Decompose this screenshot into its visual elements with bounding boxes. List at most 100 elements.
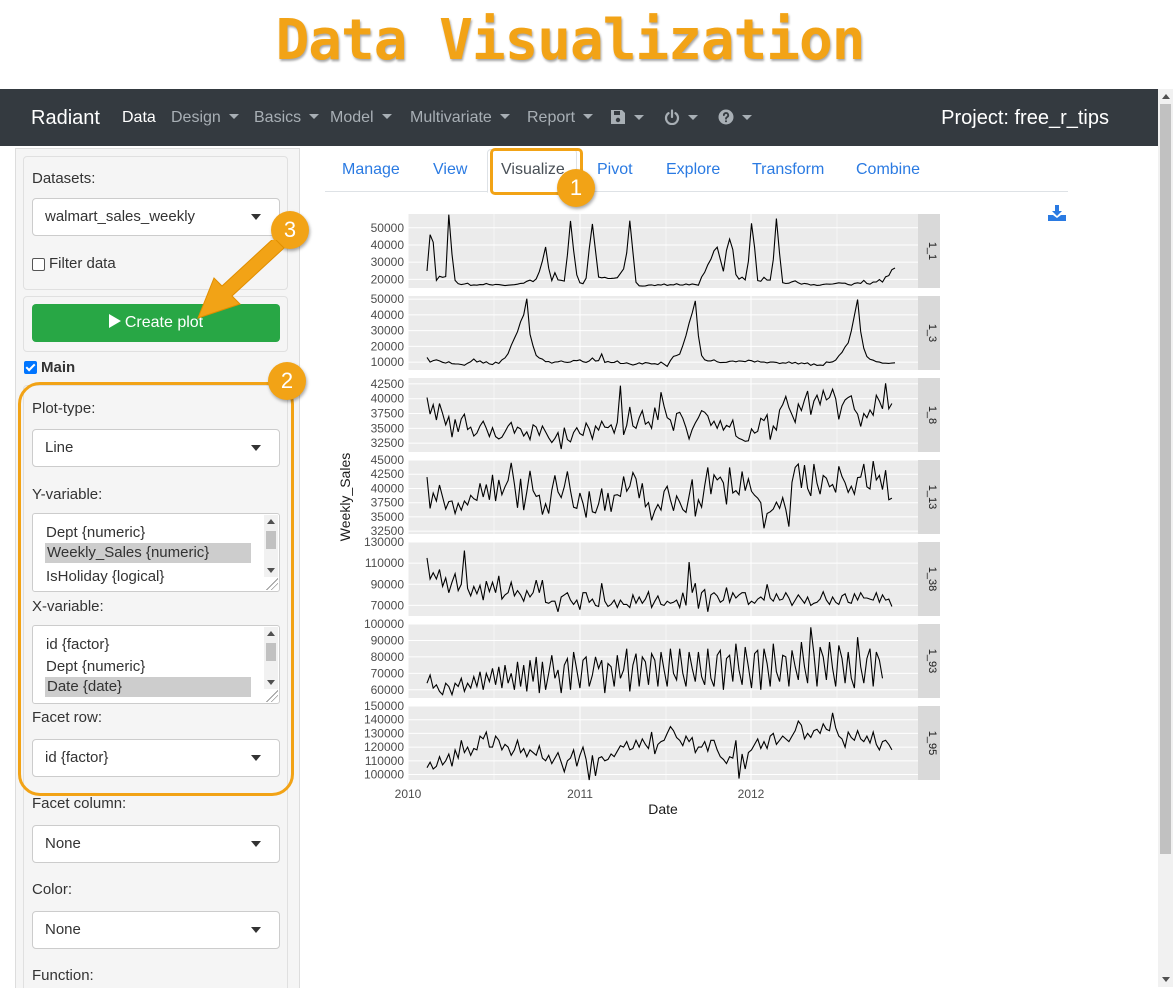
y-tick-label: 130000 [364,726,404,740]
facet-panel [408,214,918,288]
tab-manage[interactable]: Manage [342,161,400,179]
facet-label: 1_38 [926,567,938,591]
y-tick-label: 37500 [371,496,405,510]
nav-save[interactable] [610,109,644,128]
nav-design[interactable]: Design [171,109,239,127]
filter-data-checkbox[interactable] [32,258,45,271]
y-tick-label: 50000 [371,221,405,235]
nav-basics[interactable]: Basics [254,109,320,127]
save-icon [611,110,625,124]
nav-multivariate[interactable]: Multivariate [410,109,510,127]
chevron-down-icon [742,115,752,120]
y-tick-label: 50000 [371,292,405,306]
chevron-down-icon [251,927,261,933]
nav-report[interactable]: Report [527,109,594,127]
facet-panel [408,296,918,370]
y-tick-label: 100000 [364,617,404,631]
y-tick-label: 60000 [371,683,405,697]
question-icon [718,109,734,125]
project-name: Project: free_r_tips [941,107,1109,129]
y-tick-label: 40000 [371,238,405,252]
datasets-label: Datasets: [32,170,96,187]
page-scrollbar[interactable] [1158,89,1173,987]
nav-model[interactable]: Model [330,109,392,127]
y-tick-label: 150000 [364,699,404,713]
color-label: Color: [32,881,73,898]
tab-combine[interactable]: Combine [856,161,920,179]
x-tick-label: 2011 [567,787,593,801]
chevron-down-icon [381,114,392,119]
facet-label: 1_1 [926,242,938,260]
color-select[interactable]: None [32,911,280,949]
main-panel-highlight [18,382,294,796]
main-checkbox[interactable] [24,361,37,374]
dataset-select-value: walmart_sales_weekly [45,208,196,225]
tab-transform[interactable]: Transform [752,161,824,179]
y-tick-label: 120000 [364,740,404,754]
chevron-down-icon [688,115,698,120]
chevron-down-icon [634,115,644,120]
nav-help[interactable] [718,109,752,128]
power-icon [664,109,680,125]
y-tick-label: 70000 [371,598,405,612]
dataset-select[interactable]: walmart_sales_weekly [32,198,280,236]
x-tick-label: 2010 [395,787,422,801]
y-tick-label: 20000 [371,339,405,353]
x-tick-label: 2012 [738,787,765,801]
download-icon[interactable] [1047,204,1067,222]
facet-label: 1_95 [926,731,938,755]
chevron-down-icon [583,114,594,119]
chevron-down-icon [228,114,239,119]
y-tick-label: 70000 [371,666,405,680]
function-label: Function: [32,967,94,984]
scroll-up-icon[interactable] [1162,94,1170,99]
tab-view[interactable]: View [433,161,467,179]
facet-label: 1_8 [926,406,938,424]
y-tick-label: 42500 [371,467,405,481]
navbar: Radiant Data Design Basics Model Multiva… [0,89,1158,146]
color-value: None [45,921,81,938]
y-tick-label: 90000 [371,633,405,647]
y-tick-label: 30000 [371,255,405,269]
scroll-thumb[interactable] [1160,104,1171,854]
filter-data-label: Filter data [49,255,116,272]
annotation-arrow [197,240,285,319]
tab-explore[interactable]: Explore [666,161,720,179]
y-tick-label: 90000 [371,577,405,591]
tab-pivot[interactable]: Pivot [597,161,633,179]
x-axis-label: Date [648,801,678,817]
facet-column-select[interactable]: None [32,825,280,863]
y-axis-label: Weekly_Sales [337,453,353,541]
annotation-badge-2: 2 [268,362,306,400]
y-tick-label: 35000 [371,510,405,524]
banner-title: Data Visualization [275,8,866,73]
y-tick-label: 40000 [371,481,405,495]
y-tick-label: 30000 [371,324,405,338]
main-label: Main [41,359,76,376]
y-tick-label: 35000 [371,421,405,435]
y-tick-label: 45000 [371,453,405,467]
y-tick-label: 100000 [364,768,404,782]
y-tick-label: 42500 [371,377,405,391]
facet-label: 1_13 [926,485,938,509]
nav-power[interactable] [664,109,698,128]
y-tick-label: 10000 [371,355,405,369]
tab-bar: Manage View Visualize Pivot Explore Tran… [325,149,1068,193]
banner: Data Visualization [0,0,1173,89]
scroll-down-icon[interactable] [1162,977,1170,982]
y-tick-label: 40000 [371,392,405,406]
y-tick-label: 130000 [364,535,404,549]
play-icon [108,314,121,328]
chevron-down-icon [251,214,261,220]
y-tick-label: 110000 [365,556,404,570]
facet-column-label: Facet column: [32,795,127,812]
nav-data[interactable]: Data [122,109,156,127]
chevron-down-icon [309,114,320,119]
chevron-down-icon [251,841,261,847]
faceted-line-chart: 200003000040000500001_110000200003000040… [337,214,940,817]
brand[interactable]: Radiant [31,107,100,130]
facet-panel [408,706,918,780]
annotation-badge-1: 1 [557,169,595,207]
facet-label: 1_93 [926,649,938,673]
y-tick-label: 40000 [371,308,405,322]
